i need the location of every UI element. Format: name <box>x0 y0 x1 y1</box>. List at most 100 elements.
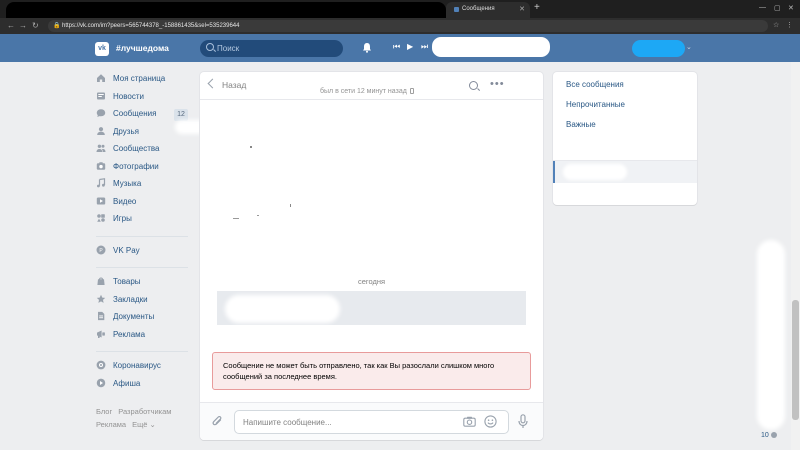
last-seen-text: был в сети 12 минут назад <box>320 88 407 95</box>
online-friends-counter[interactable]: 10 <box>761 432 777 439</box>
messages-filter: Все сообщения Непрочитанные Важные <box>553 72 697 205</box>
online-friends-count: 10 <box>761 432 769 439</box>
chevron-left-icon[interactable] <box>207 78 218 89</box>
footer-link-ads[interactable]: Реклама <box>96 420 126 429</box>
menu-item-coronavirus[interactable]: Коронавирус <box>96 359 196 377</box>
browser-addressbar: ← → ↻ 🔒 https://vk.com/im?peers=56574437… <box>0 18 800 34</box>
menu-item-label: Закладки <box>113 294 148 304</box>
header-brand[interactable]: #лучшедома <box>116 43 169 53</box>
message-redacted-overlay <box>225 295 340 323</box>
search-input[interactable] <box>217 40 337 57</box>
menu-item-photo[interactable]: Фотографии <box>96 160 196 178</box>
vkpay-icon: P <box>96 245 106 254</box>
redacted-area <box>757 240 785 430</box>
menu-item-documents[interactable]: Документы <box>96 310 196 328</box>
prev-track-icon[interactable]: ⏮ <box>393 42 400 52</box>
friends-icon <box>97 126 105 135</box>
browser-tabstrip: Сообщения ✕ + — ▢ ✕ <box>0 0 800 18</box>
stray-dot <box>233 218 239 219</box>
vk-logo-icon[interactable]: vk <box>95 42 109 56</box>
url-field[interactable]: 🔒 https://vk.com/im?peers=565744378_-158… <box>48 20 768 32</box>
menu-item-label: Реклама <box>113 329 146 339</box>
send-error-alert: Сообщение не может быть отправлено, так … <box>212 352 531 390</box>
music-icon <box>97 178 106 188</box>
menu-item-games[interactable]: Игры <box>96 212 196 230</box>
browser-tab-redacted[interactable] <box>6 2 446 18</box>
avatar[interactable] <box>632 40 685 57</box>
menu-item-label: Новости <box>113 91 144 101</box>
vk-header: vk #лучшедома ⏮ ▶ ⏭ ⌄ <box>0 34 800 62</box>
lock-icon: 🔒 <box>53 23 61 29</box>
close-window-icon[interactable]: ✕ <box>788 4 794 12</box>
last-seen-status: был в сети 12 минут назад <box>320 88 414 95</box>
back-arrow-icon[interactable]: ← <box>7 21 15 30</box>
browser-tab-active[interactable]: Сообщения ✕ <box>446 2 530 18</box>
message-input[interactable] <box>243 411 453 433</box>
date-divider: сегодня <box>357 277 386 286</box>
chevron-down-icon[interactable]: ⌄ <box>686 43 692 51</box>
search-icon <box>206 43 214 51</box>
stray-dot <box>257 215 259 216</box>
scrollbar-thumb[interactable] <box>792 300 799 420</box>
header-search[interactable] <box>200 40 343 57</box>
menu-item-label: Видео <box>113 196 137 206</box>
minimize-icon[interactable]: — <box>759 4 766 11</box>
footer-link-blog[interactable]: Блог <box>96 407 112 416</box>
forward-arrow-icon[interactable]: → <box>19 21 27 30</box>
stray-dot <box>250 146 252 148</box>
menu-item-label: Афиша <box>113 378 141 388</box>
menu-item-label: Фотографии <box>113 161 159 171</box>
menu-item-label: Товары <box>113 277 141 286</box>
filter-unread[interactable]: Непрочитанные <box>566 100 625 109</box>
menu-item-groups[interactable]: Сообщества <box>96 142 196 160</box>
menu-item-vkpay[interactable]: P VK Pay <box>96 244 196 262</box>
play-icon[interactable]: ▶ <box>407 42 413 51</box>
bell-icon[interactable] <box>362 42 372 53</box>
footer-link-more[interactable]: Ещё ⌄ <box>132 420 156 429</box>
back-button[interactable]: Назад <box>222 80 246 90</box>
microphone-icon[interactable] <box>518 414 528 429</box>
more-icon[interactable]: ••• <box>490 78 505 90</box>
compose-bar <box>200 402 543 440</box>
attach-icon[interactable] <box>212 415 223 428</box>
new-tab-icon[interactable]: + <box>534 3 540 13</box>
bookmarks-icon <box>96 294 106 303</box>
menu-item-label: Сообщения <box>113 109 157 118</box>
filter-important[interactable]: Важные <box>566 120 596 129</box>
person-icon <box>770 432 777 438</box>
menu-item-music[interactable]: Музыка <box>96 177 196 195</box>
menu-divider <box>96 235 188 237</box>
menu-item-news[interactable]: Новости <box>96 90 196 108</box>
menu-divider <box>96 351 188 352</box>
menu-item-video[interactable]: Видео <box>96 195 196 213</box>
next-track-icon[interactable]: ⏭ <box>421 42 428 52</box>
star-icon[interactable]: ☆ <box>773 21 779 29</box>
close-tab-icon[interactable]: ✕ <box>519 5 525 13</box>
news-icon <box>97 92 105 99</box>
phone-icon <box>409 88 414 94</box>
games-icon <box>97 214 105 222</box>
maximize-icon[interactable]: ▢ <box>774 4 781 12</box>
menu-item-label: Документы <box>113 312 155 321</box>
browser-tab-title: Сообщения <box>462 6 495 12</box>
menu-item-events[interactable]: Афиша <box>96 377 196 395</box>
filter-selected-conversation[interactable] <box>553 161 697 183</box>
groups-icon <box>96 144 106 152</box>
coronavirus-icon <box>96 360 106 370</box>
menu-item-ads[interactable]: Реклама <box>96 328 196 346</box>
vk-favicon-icon <box>454 6 459 12</box>
compose-field[interactable] <box>234 410 509 434</box>
browser-menu-icon[interactable]: ⋮ <box>786 21 793 29</box>
menu-item-goods[interactable]: Товары <box>96 275 196 293</box>
chat-search-icon[interactable] <box>469 81 478 90</box>
documents-icon <box>98 311 105 321</box>
events-icon <box>96 378 106 387</box>
emoji-icon[interactable] <box>484 415 497 428</box>
menu-item-home[interactable]: Моя страница <box>96 72 196 90</box>
menu-item-bookmarks[interactable]: Закладки <box>96 293 196 311</box>
reload-icon[interactable]: ↻ <box>32 21 39 30</box>
filter-all-messages[interactable]: Все сообщения <box>566 80 624 89</box>
footer-link-developers[interactable]: Разработчикам <box>118 407 171 416</box>
menu-item-label: Музыка <box>113 179 142 188</box>
camera-icon[interactable] <box>463 416 476 427</box>
